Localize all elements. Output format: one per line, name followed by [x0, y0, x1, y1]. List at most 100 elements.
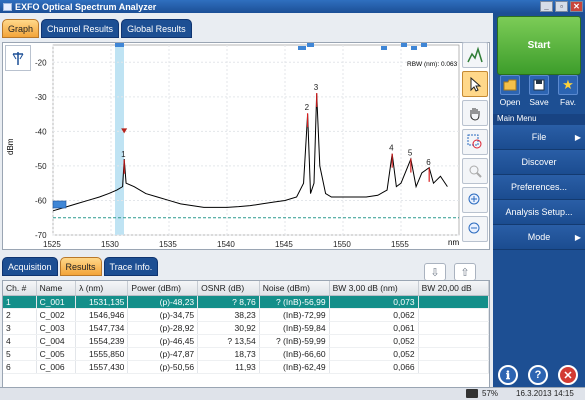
table-cell: [418, 295, 489, 309]
table-cell: 0,062: [329, 308, 419, 322]
table-cell: 1547,734: [75, 321, 129, 335]
favorites-button[interactable]: ★ Fav.: [554, 73, 582, 113]
col-header-name[interactable]: Name: [36, 281, 77, 296]
zoom-out-icon: [468, 222, 480, 234]
table-cell: 3: [3, 321, 37, 335]
col-header-wavelength[interactable]: λ (nm): [75, 281, 129, 296]
minimize-button[interactable]: _: [540, 1, 553, 12]
table-cell: 4: [3, 334, 37, 348]
date-time: 16.3.2013 14:15: [516, 389, 574, 398]
table-row[interactable]: 5 C_005 1555,850 (p)-47,87 18,73 (InB)-66,60 0…: [3, 347, 489, 361]
side-panel: Start Open Save ★ Fav. Main Menu File ▶ D…: [493, 13, 585, 387]
help-button[interactable]: ?: [528, 365, 548, 385]
table-cell: 0,073: [329, 295, 419, 309]
auto-scale-button[interactable]: [462, 42, 488, 68]
close-window-button[interactable]: ✕: [570, 1, 583, 12]
y-axis-label: dBm: [6, 138, 15, 155]
zoom-in-icon: [468, 193, 480, 205]
navigate-up-button[interactable]: ⇧: [454, 263, 476, 281]
status-bar: 57% 16.3.2013 14:15: [0, 387, 585, 400]
app-icon: [3, 2, 12, 11]
peak-label: 6: [426, 158, 431, 167]
exit-button[interactable]: ✕: [558, 365, 578, 385]
table-cell: (p)-48,23: [127, 295, 199, 309]
col-header-bw3[interactable]: BW 3,00 dB (nm): [329, 281, 419, 296]
menu-preferences[interactable]: Preferences...: [493, 175, 585, 200]
start-button[interactable]: Start: [497, 16, 581, 75]
table-cell: 0,052: [329, 334, 419, 348]
table-cell: C_003: [36, 321, 77, 335]
peak-label: 3: [314, 83, 319, 92]
graph-tabs: Graph Channel Results Global Results: [2, 19, 192, 38]
col-header-channel[interactable]: Ch. #: [3, 281, 37, 296]
noise-level-handle[interactable]: [52, 200, 67, 209]
maximize-button[interactable]: ▫: [555, 1, 568, 12]
x-tick-label: 1540: [217, 240, 235, 249]
table-row[interactable]: 2 C_002 1546,946 (p)-34,75 38,23 (InB)-72,99 0…: [3, 308, 489, 322]
folder-icon: [503, 79, 517, 91]
menu-mode[interactable]: Mode ▶: [493, 225, 585, 250]
peak-label: 4: [389, 144, 394, 153]
window-title: EXFO Optical Spectrum Analyzer: [15, 1, 157, 12]
table-cell: (InB)-62,49: [259, 360, 330, 374]
star-icon: ★: [562, 77, 574, 92]
pointer-icon: [470, 76, 482, 92]
zoom-in-button[interactable]: [462, 187, 488, 213]
table-cell: 1: [3, 295, 37, 309]
y-tick-label: -30: [35, 93, 47, 102]
battery-icon: [466, 389, 478, 398]
zoom-out-button[interactable]: [462, 216, 488, 242]
marker-icon: [12, 52, 24, 65]
pointer-tool-button[interactable]: [462, 71, 488, 97]
col-header-osnr[interactable]: OSNR (dB): [197, 281, 260, 296]
tab-acquisition[interactable]: Acquisition: [2, 257, 58, 276]
table-cell: (p)-34,75: [127, 308, 199, 322]
exit-icon: ✕: [563, 369, 573, 382]
table-cell: 30,92: [197, 321, 260, 335]
magnifier-icon: [469, 165, 482, 178]
tab-trace-info[interactable]: Trace Info.: [103, 257, 159, 276]
spectrum-chart[interactable]: 1525 1530 1535 1540 1545 1550 1555 -20 -30 -40 -50…: [3, 43, 491, 251]
info-button[interactable]: ℹ: [498, 365, 518, 385]
zoom-button[interactable]: [462, 158, 488, 184]
x-tick-label: 1550: [333, 240, 351, 249]
save-button[interactable]: Save: [525, 73, 553, 113]
selected-channel-highlight: [115, 45, 124, 235]
graph-toolbar: [460, 42, 490, 245]
tab-global-results[interactable]: Global Results: [121, 19, 192, 38]
navigate-down-button[interactable]: ⇩: [424, 263, 446, 281]
y-tick-label: -70: [35, 231, 47, 240]
pan-tool-button[interactable]: [462, 100, 488, 126]
menu-discover-label: Discover: [521, 157, 557, 167]
table-row[interactable]: 6 C_006 1557,430 (p)-50,56 11,93 (InB)-62,49 0…: [3, 360, 489, 374]
table-cell: 2: [3, 308, 37, 322]
table-row[interactable]: 4 C_004 1554,239 (p)-46,45? 13,54? (InB)-59…: [3, 334, 489, 348]
table-cell: 0,052: [329, 347, 419, 361]
menu-discover[interactable]: Discover: [493, 150, 585, 175]
y-tick-label: -20: [35, 58, 47, 67]
table-cell: C_006: [36, 360, 77, 374]
table-cell: 18,73: [197, 347, 260, 361]
col-header-power[interactable]: Power (dBm): [127, 281, 199, 296]
open-label: Open: [499, 97, 521, 107]
col-header-noise[interactable]: Noise (dBm): [259, 281, 330, 296]
open-button[interactable]: Open: [496, 73, 524, 113]
col-header-bw20[interactable]: BW 20,00 dB: [418, 281, 489, 296]
results-table-panel: Ch. # Name λ (nm) Power (dBm) OSNR (dB) …: [2, 280, 490, 397]
table-row[interactable]: 3 C_003 1547,734 (p)-28,92 30,92 (InB)-59,84 0…: [3, 321, 489, 335]
tab-results[interactable]: Results: [59, 257, 102, 276]
zoom-area-button[interactable]: [462, 129, 488, 155]
peak-label: 1: [121, 150, 126, 159]
save-icon: [533, 79, 545, 91]
tab-channel-results[interactable]: Channel Results: [41, 19, 120, 38]
marker-tool-button[interactable]: [5, 45, 31, 71]
table-cell: [418, 347, 489, 361]
x-tick-label: 1535: [159, 240, 177, 249]
help-icon: ?: [534, 369, 542, 381]
tab-graph[interactable]: Graph: [2, 19, 40, 38]
menu-analysis-setup[interactable]: Analysis Setup...: [493, 200, 585, 225]
main-menu-title: Main Menu: [493, 114, 585, 125]
menu-file[interactable]: File ▶: [493, 125, 585, 150]
menu-mode-label: Mode: [527, 232, 551, 242]
table-row[interactable]: 1 C_001 1531,135 (p)-48,23? 8,76? (InB)-56,…: [3, 295, 489, 309]
